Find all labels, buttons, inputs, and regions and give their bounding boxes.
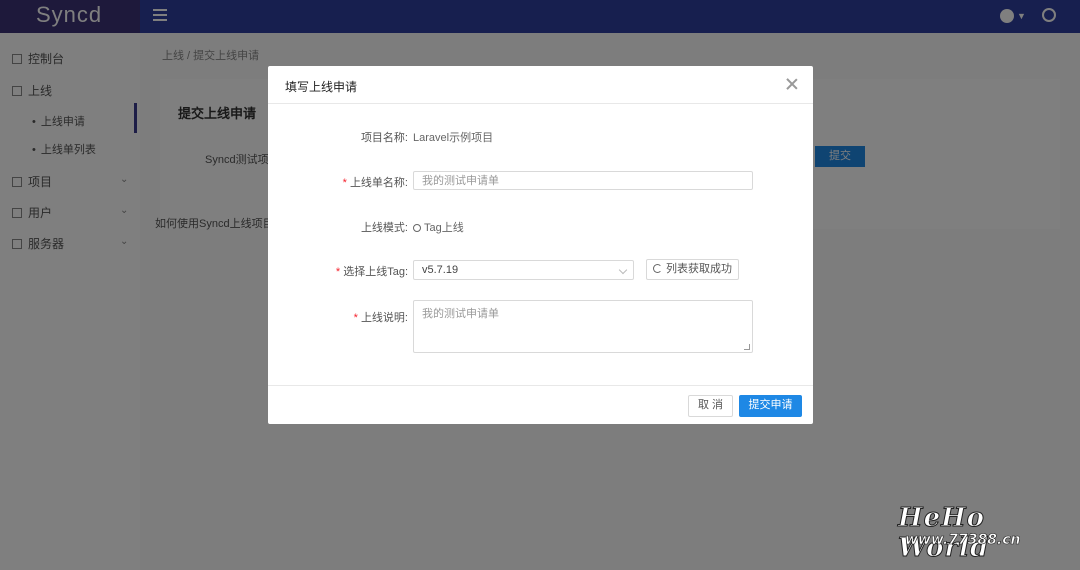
deploy-mode-text: Tag上线 [424,222,464,234]
required-mark: * [353,312,358,324]
modal-footer: 取 消 提交申请 [268,385,813,424]
project-name-label: 项目名称: [360,132,408,144]
required-mark: * [335,266,341,278]
watermark-url: www.77388.cn [905,532,1021,549]
refresh-tag-list-button[interactable]: 列表获取成功 [646,259,739,280]
label-text: 选择上线Tag: [343,266,408,278]
chevron-down-icon [618,265,628,275]
deploy-mode-label: 上线模式: [360,222,408,234]
modal-title: 填写上线申请 [285,80,358,94]
modal-header: 填写上线申请 [268,66,813,104]
tag-label: * 选择上线Tag: [268,263,408,279]
tag-icon [413,224,421,232]
submit-button[interactable]: 提交申请 [739,395,802,417]
close-icon[interactable] [784,76,800,92]
sync-icon [653,264,662,273]
cancel-button[interactable]: 取 消 [688,395,733,417]
deploy-mode-value: Tag上线 [413,219,464,235]
label-text: 上线单名称: [349,177,408,189]
description-label: * 上线说明: [268,309,408,325]
resize-handle-icon[interactable] [744,344,750,350]
order-name-input[interactable] [413,171,753,190]
apply-modal: 填写上线申请 项目名称: Laravel示例项目 *上线单名称: 上线模式: T… [268,66,813,424]
modal-body: 项目名称: Laravel示例项目 *上线单名称: 上线模式: Tag上线 *选… [268,104,813,385]
tag-select-value: v5.7.19 [422,264,459,276]
description-textarea[interactable] [413,300,753,353]
refresh-label: 列表获取成功 [666,263,732,275]
label-text: 上线说明: [360,312,408,324]
tag-select[interactable]: v5.7.19 [413,260,634,280]
order-name-label: * 上线单名称: [268,174,408,190]
project-name-value: Laravel示例项目 [413,132,494,144]
required-mark: * [342,177,347,189]
